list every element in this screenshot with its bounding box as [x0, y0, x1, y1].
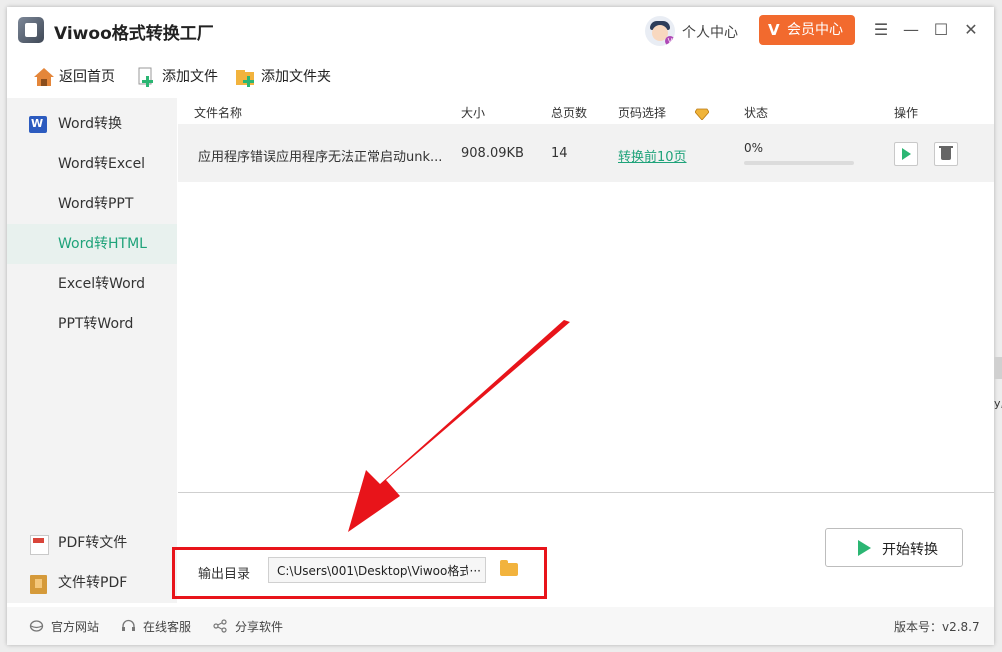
annotation-highlight-box — [172, 547, 547, 599]
sidebar-item-excel-to-word[interactable]: Excel转Word — [7, 264, 177, 304]
maximize-button[interactable]: ☐ — [930, 19, 952, 41]
sidebar-item-label: PDF转文件 — [58, 535, 128, 551]
column-header-page-select: 页码选择 — [618, 106, 667, 120]
menu-icon[interactable]: ☰ — [870, 19, 892, 41]
sidebar-item-label: Word转Excel — [58, 156, 146, 172]
home-icon — [34, 68, 54, 86]
vip-badge-icon: V — [665, 36, 675, 46]
vip-icon: V — [768, 21, 780, 39]
play-icon — [858, 540, 871, 556]
share-software-label: 分享软件 — [235, 620, 284, 634]
play-icon — [902, 148, 911, 160]
sidebar-item-word-to-ppt[interactable]: Word转PPT — [7, 184, 177, 224]
share-icon — [213, 619, 227, 633]
user-avatar[interactable]: V — [645, 16, 675, 46]
sidebar-item-pdf-to-file[interactable]: PDF转文件 — [7, 523, 177, 563]
sidebar-item-label: PPT转Word — [58, 316, 134, 332]
footer: 官方网站 在线客服 分享软件 版本号：v2.8.7 — [7, 607, 994, 645]
sidebar-item-word-to-html[interactable]: Word转HTML — [7, 224, 177, 264]
official-website-label: 官方网站 — [51, 620, 100, 634]
word-icon — [29, 104, 47, 144]
file-pages: 14 — [551, 146, 568, 161]
app-title: Viwoo格式转换工厂 — [54, 24, 214, 44]
table-header: 文件名称 大小 总页数 页码选择 状态 操作 — [178, 98, 994, 124]
file-icon — [30, 575, 47, 594]
convert-row-button[interactable] — [894, 142, 918, 166]
file-size: 908.09KB — [461, 146, 524, 161]
file-table: 文件名称 大小 总页数 页码选择 状态 操作 应用程序错误应用程序无法正常启动u… — [178, 98, 994, 493]
website-icon — [29, 620, 44, 632]
sidebar-item-file-to-pdf[interactable]: 文件转PDF — [7, 563, 177, 603]
progress-bar — [744, 161, 854, 165]
app-logo-icon — [18, 17, 44, 43]
add-folder-label: 添加文件夹 — [261, 69, 331, 85]
background-text-fragment: y, — [994, 397, 1002, 410]
add-file-icon — [138, 67, 153, 87]
sidebar-lower: PDF转文件 文件转PDF — [7, 523, 177, 603]
sidebar-item-label: 文件转PDF — [58, 575, 128, 591]
sidebar-item-label: Word转HTML — [58, 236, 147, 252]
column-header-name: 文件名称 — [194, 106, 243, 120]
online-support-label: 在线客服 — [143, 620, 192, 634]
column-header-status: 状态 — [744, 106, 769, 120]
start-convert-button[interactable]: 开始转换 — [825, 528, 963, 567]
vip-center-label: 会员中心 — [787, 22, 843, 38]
sidebar-item-label: Word转PPT — [58, 196, 134, 212]
sidebar-item-ppt-to-word[interactable]: PPT转Word — [7, 304, 177, 344]
sidebar-item-word-to-excel[interactable]: Word转Excel — [7, 144, 177, 184]
page-select-link[interactable]: 转换前10页 — [618, 146, 687, 165]
personal-center-link[interactable]: 个人中心 — [682, 22, 738, 42]
pdf-icon — [30, 535, 49, 555]
home-label: 返回首页 — [59, 69, 115, 85]
column-header-action: 操作 — [894, 106, 919, 120]
diamond-icon — [695, 108, 709, 120]
delete-row-button[interactable] — [934, 142, 958, 166]
version-label: 版本号：v2.8.7 — [894, 620, 980, 634]
add-file-label: 添加文件 — [162, 69, 218, 85]
vip-center-button[interactable]: V 会员中心 — [759, 15, 855, 45]
title-bar: Viwoo格式转换工厂 V 个人中心 V 会员中心 ☰ — ☐ ✕ — [7, 7, 994, 55]
add-folder-icon — [236, 70, 254, 87]
progress-text: 0% — [744, 141, 764, 155]
headset-icon — [122, 619, 135, 631]
table-row[interactable]: 应用程序错误应用程序无法正常启动unk... 908.09KB 14 转换前10… — [178, 124, 994, 182]
minimize-button[interactable]: — — [900, 19, 922, 41]
start-convert-label: 开始转换 — [882, 542, 938, 558]
column-header-size: 大小 — [461, 106, 486, 120]
sidebar-section-word[interactable]: Word转换 — [7, 104, 177, 144]
sidebar-item-label: Excel转Word — [58, 276, 146, 292]
column-header-pages: 总页数 — [551, 106, 588, 120]
file-name: 应用程序错误应用程序无法正常启动unk... — [198, 150, 443, 165]
sidebar-section-label: Word转换 — [58, 116, 122, 132]
toolbar: 返回首页 添加文件 添加文件夹 — [7, 57, 994, 97]
close-button[interactable]: ✕ — [960, 19, 982, 41]
scrollbar-fragment — [994, 357, 1002, 379]
trash-icon — [939, 146, 953, 160]
annotation-arrow-icon — [348, 320, 570, 532]
